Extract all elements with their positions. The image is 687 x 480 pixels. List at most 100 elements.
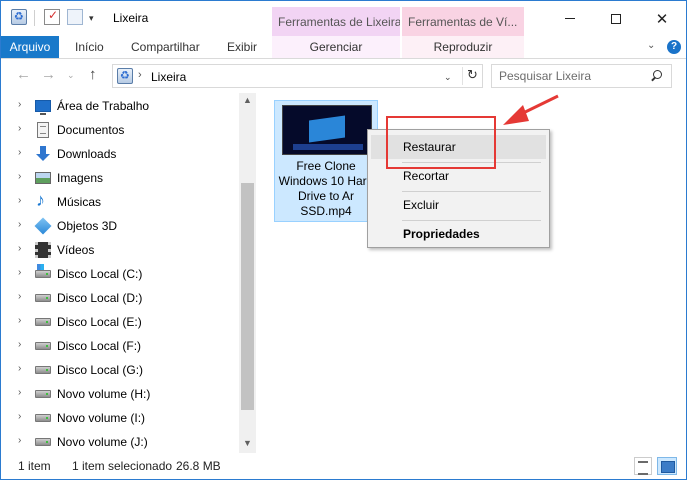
ribbon-expand-icon[interactable]: ⌄ <box>647 40 655 51</box>
music-icon <box>35 190 51 211</box>
scroll-up-arrow-icon[interactable]: ▲ <box>243 95 252 105</box>
expand-chevron-icon[interactable]: › <box>18 123 21 134</box>
sidebar-item-label: Disco Local (D:) <box>57 291 143 305</box>
sidebar-item-volume-h[interactable]: › Novo volume (H:) <box>1 382 237 406</box>
ribbon-tabs: Arquivo Início Compartilhar Exibir Geren… <box>1 36 686 59</box>
tab-reproduzir[interactable]: Reproduzir <box>402 36 524 58</box>
expand-chevron-icon[interactable]: › <box>18 267 21 278</box>
system-drive-icon <box>35 264 51 278</box>
close-button[interactable]: ✕ <box>639 1 685 36</box>
thumbnail-banner <box>293 144 363 150</box>
sidebar-item-label: Músicas <box>57 195 102 209</box>
sidebar-item-disco-c[interactable]: › Disco Local (C:) <box>1 262 237 286</box>
video-thumbnail <box>282 105 372 155</box>
maximize-button[interactable] <box>593 1 639 36</box>
tool-tab-recycle-bin-tools[interactable]: Ferramentas de Lixeira <box>272 7 400 36</box>
sidebar-item-label: Novo volume (H:) <box>57 387 151 401</box>
sidebar-item-label: Objetos 3D <box>57 219 118 233</box>
sidebar-item-disco-d[interactable]: › Disco Local (D:) <box>1 286 237 310</box>
sidebar-item-label: Novo volume (J:) <box>57 435 148 449</box>
address-bar[interactable]: › Lixeira ⌄ ↻ <box>112 64 483 88</box>
tab-gerenciar[interactable]: Gerenciar <box>272 36 400 58</box>
status-selected: 1 item selecionado <box>72 459 173 473</box>
navigation-bar: ← → ⌄ ↑ › Lixeira ⌄ ↻ <box>1 60 686 92</box>
window-title: Lixeira <box>113 11 149 25</box>
sidebar-item-disco-e[interactable]: › Disco Local (E:) <box>1 310 237 334</box>
sidebar-item-disco-g[interactable]: › Disco Local (G:) <box>1 358 237 382</box>
expand-chevron-icon[interactable]: › <box>18 147 21 158</box>
objects-3d-icon <box>34 217 52 235</box>
new-folder-quick-icon[interactable] <box>67 9 83 25</box>
forward-arrow-icon[interactable]: → <box>41 66 56 83</box>
sidebar-item-label: Disco Local (G:) <box>57 363 144 377</box>
tab-arquivo[interactable]: Arquivo <box>1 36 59 58</box>
address-dropdown-icon[interactable]: ⌄ <box>444 72 452 83</box>
sidebar-item-documentos[interactable]: › Documentos <box>1 118 237 142</box>
search-icon[interactable] <box>649 69 665 85</box>
expand-chevron-icon[interactable]: › <box>18 243 21 254</box>
tab-inicio[interactable]: Início <box>67 36 112 58</box>
expand-chevron-icon[interactable]: › <box>18 99 21 110</box>
drive-icon <box>35 294 51 302</box>
sidebar-item-label: Documentos <box>57 123 125 137</box>
scrollbar-thumb[interactable] <box>241 183 254 410</box>
expand-chevron-icon[interactable]: › <box>18 171 21 182</box>
sidebar-item-downloads[interactable]: › Downloads <box>1 142 237 166</box>
navigation-pane: › Área de Trabalho › Documentos › Downlo… <box>1 93 257 453</box>
status-size: 26.8 MB <box>176 459 221 473</box>
menu-separator <box>402 220 541 221</box>
back-arrow-icon[interactable]: ← <box>16 66 31 83</box>
drive-icon <box>35 342 51 350</box>
sidebar-item-musicas[interactable]: › Músicas <box>1 190 237 214</box>
navigation-scrollbar[interactable]: ▲ ▼ <box>239 93 256 453</box>
pictures-icon <box>35 172 51 184</box>
expand-chevron-icon[interactable]: › <box>18 195 21 206</box>
scroll-down-arrow-icon[interactable]: ▼ <box>243 438 252 448</box>
menu-separator <box>402 191 541 192</box>
tool-tab-video-tools[interactable]: Ferramentas de Ví... <box>402 7 524 36</box>
tab-exibir[interactable]: Exibir <box>219 36 265 58</box>
expand-chevron-icon[interactable]: › <box>18 363 21 374</box>
drive-icon <box>35 318 51 326</box>
menu-item-excluir[interactable]: Excluir <box>371 193 546 217</box>
details-view-icon[interactable] <box>634 457 652 475</box>
tab-compartilhar[interactable]: Compartilhar <box>123 36 208 58</box>
sidebar-item-imagens[interactable]: › Imagens <box>1 166 237 190</box>
breadcrumb-lixeira[interactable]: Lixeira <box>151 70 186 84</box>
expand-chevron-icon[interactable]: › <box>18 435 21 446</box>
title-bar[interactable]: ▾ Lixeira Ferramentas de Lixeira Ferrame… <box>1 1 686 36</box>
sidebar-item-volume-i[interactable]: › Novo volume (I:) <box>1 406 237 430</box>
close-icon: ✕ <box>655 10 669 28</box>
large-icons-view-icon[interactable] <box>657 457 677 475</box>
breadcrumb-chevron-icon[interactable]: › <box>138 69 142 81</box>
expand-chevron-icon[interactable]: › <box>18 411 21 422</box>
quick-access-dropdown-icon[interactable]: ▾ <box>89 13 94 24</box>
sidebar-item-objetos-3d[interactable]: › Objetos 3D <box>1 214 237 238</box>
file-item-video[interactable]: Free Clone Windows 10 Hard Drive to Ar S… <box>274 100 378 222</box>
status-item-count: 1 item <box>18 459 51 473</box>
minimize-button[interactable] <box>547 1 593 36</box>
expand-chevron-icon[interactable]: › <box>18 219 21 230</box>
sidebar-item-label: Disco Local (C:) <box>57 267 143 281</box>
downloads-icon <box>35 146 51 162</box>
sidebar-item-area-de-trabalho[interactable]: › Área de Trabalho <box>1 94 237 118</box>
expand-chevron-icon[interactable]: › <box>18 387 21 398</box>
up-arrow-icon[interactable]: ↑ <box>89 66 97 83</box>
expand-chevron-icon[interactable]: › <box>18 315 21 326</box>
refresh-icon[interactable]: ↻ <box>462 67 482 85</box>
search-box[interactable] <box>491 64 672 88</box>
expand-chevron-icon[interactable]: › <box>18 291 21 302</box>
drive-icon <box>35 390 51 398</box>
recent-locations-dropdown-icon[interactable]: ⌄ <box>67 70 75 81</box>
expand-chevron-icon[interactable]: › <box>18 339 21 350</box>
sidebar-item-videos[interactable]: › Vídeos <box>1 238 237 262</box>
menu-item-propriedades[interactable]: Propriedades <box>371 222 546 246</box>
help-icon[interactable]: ? <box>667 40 681 54</box>
sidebar-item-volume-j[interactable]: › Novo volume (J:) <box>1 430 237 454</box>
sidebar-item-label: Downloads <box>57 147 117 161</box>
recycle-bin-icon[interactable] <box>11 9 27 25</box>
sidebar-item-disco-f[interactable]: › Disco Local (F:) <box>1 334 237 358</box>
search-input[interactable] <box>492 65 647 87</box>
properties-quick-icon[interactable] <box>44 8 60 25</box>
title-separator <box>34 10 35 26</box>
